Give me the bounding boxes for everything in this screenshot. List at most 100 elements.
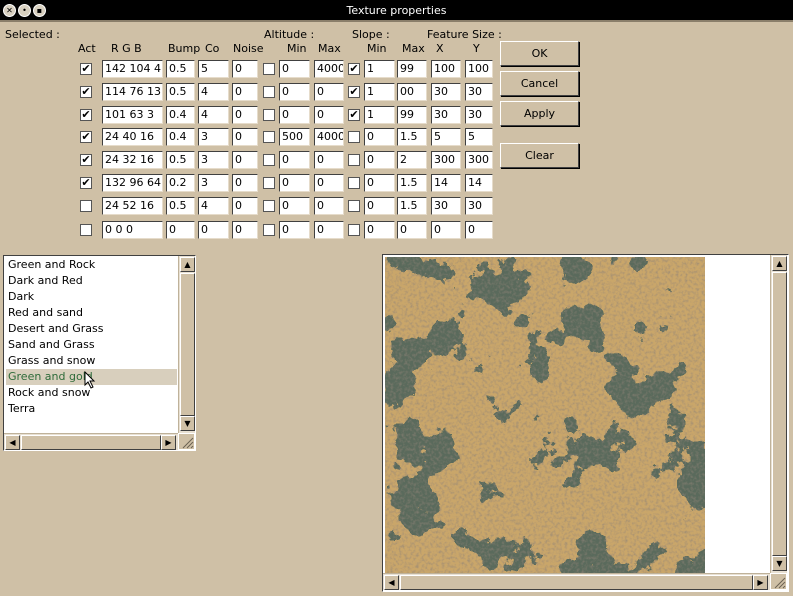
clear-button[interactable]: Clear (500, 143, 579, 168)
active-checkbox[interactable]: ✔ (80, 177, 92, 189)
altitude-enable-checkbox[interactable] (263, 154, 275, 166)
alt-max-field[interactable]: 0 (314, 83, 344, 101)
noise-field[interactable]: 0 (232, 60, 258, 78)
scroll-down-arrow-icon[interactable]: ▼ (180, 416, 195, 431)
scroll-right-arrow-icon[interactable]: ▶ (161, 435, 176, 450)
ok-button[interactable]: OK (500, 41, 579, 66)
bump-field[interactable]: 0 (166, 221, 195, 239)
rgb-field[interactable]: 132 96 64 (102, 174, 163, 192)
noise-field[interactable]: 0 (232, 106, 258, 124)
preset-list-item[interactable]: Dark (6, 289, 177, 305)
alt-min-field[interactable]: 0 (279, 83, 310, 101)
slope-max-field[interactable]: 1.5 (397, 197, 427, 215)
noise-field[interactable]: 0 (232, 151, 258, 169)
slope-min-field[interactable]: 0 (364, 197, 395, 215)
altitude-enable-checkbox[interactable] (263, 224, 275, 236)
active-checkbox[interactable]: ✔ (80, 86, 92, 98)
slope-min-field[interactable]: 0 (364, 174, 395, 192)
noise-field[interactable]: 0 (232, 174, 258, 192)
slope-enable-checkbox[interactable] (348, 131, 360, 143)
slope-max-field[interactable]: 00 (397, 83, 427, 101)
active-checkbox[interactable] (80, 200, 92, 212)
apply-button[interactable]: Apply (500, 101, 579, 126)
active-checkbox[interactable] (80, 224, 92, 236)
rgb-field[interactable]: 142 104 41 (102, 60, 163, 78)
fy-field[interactable]: 300 (465, 151, 493, 169)
fx-field[interactable]: 30 (431, 106, 461, 124)
preview-vscrollbar[interactable]: ▲ ▼ (770, 255, 787, 573)
slope-max-field[interactable]: 0 (397, 221, 427, 239)
slope-enable-checkbox[interactable]: ✔ (348, 86, 360, 98)
resize-grip-icon[interactable] (179, 434, 194, 449)
bump-field[interactable]: 0.4 (166, 128, 195, 146)
scroll-right-arrow-icon[interactable]: ▶ (753, 575, 768, 590)
alt-min-field[interactable]: 500 (279, 128, 310, 146)
slope-min-field[interactable]: 0 (364, 128, 395, 146)
alt-max-field[interactable]: 0 (314, 174, 344, 192)
slope-min-field[interactable]: 0 (364, 221, 395, 239)
slope-enable-checkbox[interactable] (348, 154, 360, 166)
altitude-enable-checkbox[interactable] (263, 109, 275, 121)
co-field[interactable]: 4 (198, 197, 229, 215)
slope-max-field[interactable]: 99 (397, 60, 427, 78)
active-checkbox[interactable]: ✔ (80, 154, 92, 166)
scroll-down-arrow-icon[interactable]: ▼ (772, 556, 787, 571)
fy-field[interactable]: 30 (465, 106, 493, 124)
alt-max-field[interactable]: 0 (314, 151, 344, 169)
rgb-field[interactable]: 24 32 16 (102, 151, 163, 169)
co-field[interactable]: 0 (198, 221, 229, 239)
bump-field[interactable]: 0.5 (166, 83, 195, 101)
preview-scroll-thumb[interactable] (772, 272, 787, 556)
co-field[interactable]: 4 (198, 106, 229, 124)
noise-field[interactable]: 0 (232, 221, 258, 239)
preset-list[interactable]: Green and Rock Dark and Red Dark Red and sa… (3, 255, 196, 451)
bump-field[interactable]: 0.5 (166, 197, 195, 215)
bump-field[interactable]: 0.5 (166, 151, 195, 169)
alt-max-field[interactable]: 4000 (314, 60, 344, 78)
alt-min-field[interactable]: 0 (279, 151, 310, 169)
preset-list-item[interactable]: Green and Rock (6, 257, 177, 273)
slope-max-field[interactable]: 2 (397, 151, 427, 169)
rgb-field[interactable]: 0 0 0 (102, 221, 163, 239)
altitude-enable-checkbox[interactable] (263, 200, 275, 212)
fx-field[interactable]: 30 (431, 197, 461, 215)
bump-field[interactable]: 0.5 (166, 60, 195, 78)
altitude-enable-checkbox[interactable] (263, 131, 275, 143)
co-field[interactable]: 4 (198, 83, 229, 101)
active-checkbox[interactable]: ✔ (80, 131, 92, 143)
noise-field[interactable]: 0 (232, 83, 258, 101)
co-field[interactable]: 3 (198, 174, 229, 192)
cancel-button[interactable]: Cancel (500, 71, 579, 96)
rgb-field[interactable]: 24 40 16 (102, 128, 163, 146)
slope-min-field[interactable]: 0 (364, 151, 395, 169)
altitude-enable-checkbox[interactable] (263, 63, 275, 75)
preset-list-item[interactable]: Sand and Grass (6, 337, 177, 353)
fy-field[interactable]: 100 (465, 60, 493, 78)
alt-max-field[interactable]: 0 (314, 106, 344, 124)
slope-min-field[interactable]: 1 (364, 83, 395, 101)
alt-max-field[interactable]: 0 (314, 197, 344, 215)
preset-list-item[interactable]: Dark and Red (6, 273, 177, 289)
fx-field[interactable]: 0 (431, 221, 461, 239)
scroll-left-arrow-icon[interactable]: ◀ (5, 435, 20, 450)
fy-field[interactable]: 30 (465, 197, 493, 215)
alt-min-field[interactable]: 0 (279, 221, 310, 239)
slope-enable-checkbox[interactable] (348, 177, 360, 189)
fx-field[interactable]: 300 (431, 151, 461, 169)
slope-max-field[interactable]: 99 (397, 106, 427, 124)
scroll-up-arrow-icon[interactable]: ▲ (772, 256, 787, 271)
noise-field[interactable]: 0 (232, 197, 258, 215)
slope-max-field[interactable]: 1.5 (397, 128, 427, 146)
active-checkbox[interactable]: ✔ (80, 63, 92, 75)
slope-enable-checkbox[interactable] (348, 200, 360, 212)
co-field[interactable]: 5 (198, 60, 229, 78)
bump-field[interactable]: 0.4 (166, 106, 195, 124)
slope-max-field[interactable]: 1.5 (397, 174, 427, 192)
preset-list-hscrollbar[interactable]: ◀ ▶ (4, 433, 178, 450)
preset-list-item[interactable]: Grass and snow (6, 353, 177, 369)
alt-max-field[interactable]: 4000 (314, 128, 344, 146)
slope-enable-checkbox[interactable]: ✔ (348, 109, 360, 121)
scroll-up-arrow-icon[interactable]: ▲ (180, 257, 195, 272)
scroll-thumb-horizontal[interactable] (21, 435, 161, 450)
slope-enable-checkbox[interactable] (348, 224, 360, 236)
